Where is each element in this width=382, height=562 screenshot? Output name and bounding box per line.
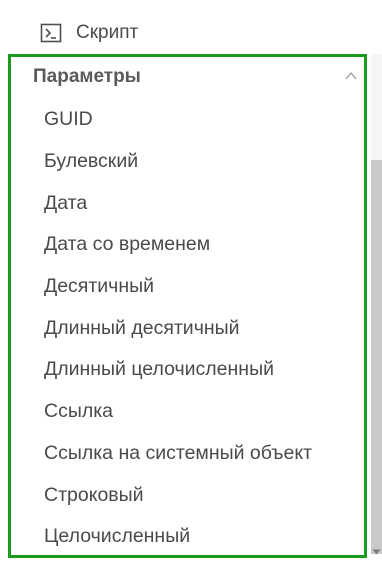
parameter-item-long-decimal[interactable]: Длинный десятичный xyxy=(44,307,312,349)
parameters-group: Параметры GUID Булевский Дата Дата со вр… xyxy=(8,54,367,558)
parameter-item-decimal[interactable]: Десятичный xyxy=(44,266,312,308)
terminal-icon xyxy=(40,22,62,44)
parameters-list: GUID Булевский Дата Дата со временем Дес… xyxy=(44,99,312,558)
vertical-scrollbar[interactable] xyxy=(371,54,382,554)
parameter-item-label: Дата xyxy=(44,191,88,214)
chevron-up-icon[interactable] xyxy=(344,70,358,82)
parameters-title: Параметры xyxy=(33,66,141,87)
parameter-item-date[interactable]: Дата xyxy=(44,182,312,224)
parameter-item-system-object-reference[interactable]: Ссылка на системный объект xyxy=(44,433,312,475)
parameter-item-label: Длинный целочисленный xyxy=(44,358,274,381)
parameter-item-datetime[interactable]: Дата со временем xyxy=(44,224,312,266)
script-item-label: Скрипт xyxy=(76,22,139,43)
scrollbar-thumb[interactable] xyxy=(371,160,382,554)
parameter-item-label: Целочисленный xyxy=(44,525,191,548)
parameter-item-label: Строковый xyxy=(44,483,144,506)
parameter-item-label: Длинный десятичный xyxy=(44,316,240,339)
parameter-item-label: Ссылка xyxy=(44,400,114,423)
parameter-item-string[interactable]: Строковый xyxy=(44,474,312,516)
parameter-item-label: Дата со временем xyxy=(44,233,211,256)
toolbox-panel: Скрипт Параметры GUID Булевский Дата Дат… xyxy=(0,0,382,562)
parameter-item-long-integer[interactable]: Длинный целочисленный xyxy=(44,349,312,391)
parameter-item-boolean[interactable]: Булевский xyxy=(44,141,312,183)
parameter-item-label: Десятичный xyxy=(44,275,155,298)
script-item[interactable]: Скрипт xyxy=(40,16,138,50)
parameter-item-reference[interactable]: Ссылка xyxy=(44,391,312,433)
parameter-item-label: Булевский xyxy=(44,150,139,173)
parameter-item-integer[interactable]: Целочисленный xyxy=(44,516,312,558)
scroll-down-arrow-icon[interactable] xyxy=(372,548,381,556)
parameter-item-label: Ссылка на системный объект xyxy=(44,441,313,464)
parameter-item-label: GUID xyxy=(44,108,93,131)
parameter-item-guid[interactable]: GUID xyxy=(44,99,312,141)
parameters-header[interactable]: Параметры xyxy=(33,65,141,89)
